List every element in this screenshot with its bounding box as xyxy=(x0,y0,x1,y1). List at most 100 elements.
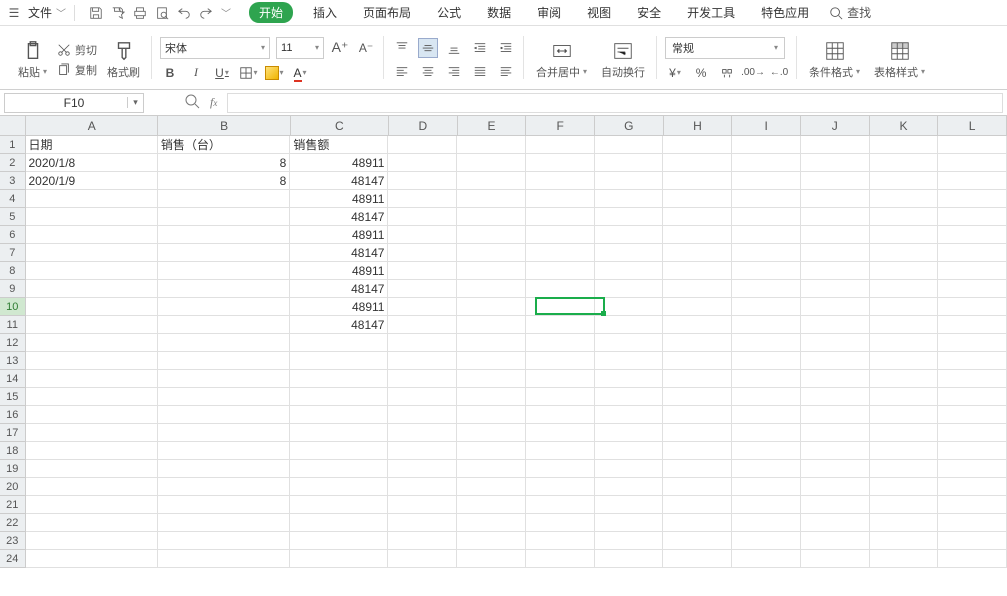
cell-H14[interactable] xyxy=(663,370,732,388)
comma-style-icon[interactable] xyxy=(717,63,737,83)
cell-G2[interactable] xyxy=(595,154,664,172)
cell-J21[interactable] xyxy=(801,496,870,514)
print-icon[interactable] xyxy=(133,6,147,20)
tab-3[interactable]: 公式 xyxy=(431,2,467,23)
cell-D3[interactable] xyxy=(388,172,457,190)
tab-1[interactable]: 插入 xyxy=(307,2,343,23)
row-header[interactable]: 7 xyxy=(0,244,26,262)
cell-J10[interactable] xyxy=(801,298,870,316)
cell-K1[interactable] xyxy=(870,136,939,154)
row-header[interactable]: 10 xyxy=(0,298,26,316)
borders-button[interactable]: ▾ xyxy=(238,63,258,83)
cell-B5[interactable] xyxy=(158,208,290,226)
cell-A13[interactable] xyxy=(26,352,158,370)
cell-B24[interactable] xyxy=(158,550,290,568)
cell-B6[interactable] xyxy=(158,226,290,244)
align-bottom-icon[interactable] xyxy=(444,38,464,58)
col-header-B[interactable]: B xyxy=(158,116,290,136)
cell-G14[interactable] xyxy=(595,370,664,388)
cell-A18[interactable] xyxy=(26,442,158,460)
cell-B21[interactable] xyxy=(158,496,290,514)
cell-I20[interactable] xyxy=(732,478,801,496)
cell-H7[interactable] xyxy=(663,244,732,262)
cell-E4[interactable] xyxy=(457,190,526,208)
cell-J17[interactable] xyxy=(801,424,870,442)
cell-H13[interactable] xyxy=(663,352,732,370)
cell-J12[interactable] xyxy=(801,334,870,352)
cell-K20[interactable] xyxy=(870,478,939,496)
cell-A4[interactable] xyxy=(26,190,158,208)
cell-E8[interactable] xyxy=(457,262,526,280)
cell-F10[interactable] xyxy=(526,298,595,316)
cell-C11[interactable]: 48147 xyxy=(290,316,388,334)
cell-B17[interactable] xyxy=(158,424,290,442)
cell-L6[interactable] xyxy=(938,226,1007,244)
cell-E24[interactable] xyxy=(457,550,526,568)
cell-A23[interactable] xyxy=(26,532,158,550)
cell-E1[interactable] xyxy=(457,136,526,154)
cell-B19[interactable] xyxy=(158,460,290,478)
save-as-icon[interactable] xyxy=(111,6,125,20)
cell-I5[interactable] xyxy=(732,208,801,226)
cell-A14[interactable] xyxy=(26,370,158,388)
cell-J18[interactable] xyxy=(801,442,870,460)
cell-B20[interactable] xyxy=(158,478,290,496)
col-header-J[interactable]: J xyxy=(801,116,870,136)
cell-L22[interactable] xyxy=(938,514,1007,532)
cell-L17[interactable] xyxy=(938,424,1007,442)
cell-K10[interactable] xyxy=(870,298,939,316)
cell-L19[interactable] xyxy=(938,460,1007,478)
cell-I19[interactable] xyxy=(732,460,801,478)
cell-B1[interactable]: 销售（台） xyxy=(158,136,290,154)
cell-K14[interactable] xyxy=(870,370,939,388)
cell-K17[interactable] xyxy=(870,424,939,442)
row-header[interactable]: 6 xyxy=(0,226,26,244)
row-header[interactable]: 23 xyxy=(0,532,26,550)
cell-G5[interactable] xyxy=(595,208,664,226)
cell-D19[interactable] xyxy=(388,460,457,478)
row-header[interactable]: 12 xyxy=(0,334,26,352)
cell-H3[interactable] xyxy=(663,172,732,190)
formula-bar[interactable] xyxy=(227,93,1003,113)
cell-G15[interactable] xyxy=(595,388,664,406)
row-header[interactable]: 3 xyxy=(0,172,26,190)
chevron-down-icon[interactable]: ﹀ xyxy=(56,5,66,20)
row-header[interactable]: 15 xyxy=(0,388,26,406)
qat-customize-icon[interactable]: ﹀ xyxy=(221,5,231,20)
cell-B10[interactable] xyxy=(158,298,290,316)
cell-H11[interactable] xyxy=(663,316,732,334)
row-header[interactable]: 21 xyxy=(0,496,26,514)
cell-J13[interactable] xyxy=(801,352,870,370)
cell-J24[interactable] xyxy=(801,550,870,568)
cell-E9[interactable] xyxy=(457,280,526,298)
col-header-H[interactable]: H xyxy=(664,116,733,136)
cell-C22[interactable] xyxy=(290,514,388,532)
cell-B9[interactable] xyxy=(158,280,290,298)
cell-B7[interactable] xyxy=(158,244,290,262)
cell-D12[interactable] xyxy=(388,334,457,352)
cell-H4[interactable] xyxy=(663,190,732,208)
cell-I22[interactable] xyxy=(732,514,801,532)
cell-K2[interactable] xyxy=(870,154,939,172)
cell-G13[interactable] xyxy=(595,352,664,370)
decrease-decimal-icon[interactable]: ←.0 xyxy=(769,63,789,83)
chevron-down-icon[interactable]: ▾ xyxy=(127,97,143,108)
cell-E16[interactable] xyxy=(457,406,526,424)
cell-I16[interactable] xyxy=(732,406,801,424)
fx-icon[interactable]: fx xyxy=(210,95,217,110)
print-preview-icon[interactable] xyxy=(155,6,169,20)
cell-G18[interactable] xyxy=(595,442,664,460)
cell-F14[interactable] xyxy=(526,370,595,388)
cell-B3[interactable]: 8 xyxy=(158,172,290,190)
cell-C15[interactable] xyxy=(290,388,388,406)
table-style-button[interactable]: 表格样式▾ xyxy=(870,40,929,80)
cell-I23[interactable] xyxy=(732,532,801,550)
cell-B22[interactable] xyxy=(158,514,290,532)
tab-2[interactable]: 页面布局 xyxy=(357,2,417,23)
zoom-icon[interactable] xyxy=(184,93,200,112)
increase-indent-icon[interactable] xyxy=(496,38,516,58)
cell-C1[interactable]: 销售额 xyxy=(290,136,388,154)
cell-D2[interactable] xyxy=(388,154,457,172)
underline-button[interactable]: U▾ xyxy=(212,63,232,83)
cell-D4[interactable] xyxy=(388,190,457,208)
